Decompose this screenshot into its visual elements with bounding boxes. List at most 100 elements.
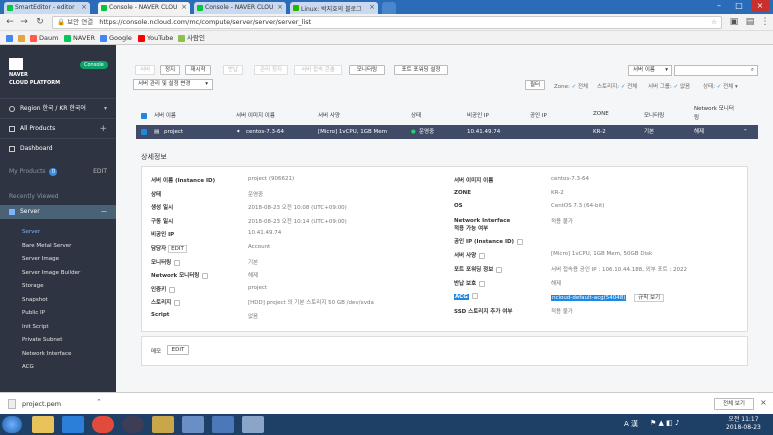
bookmark-apps[interactable] [6,33,15,43]
storage-filter[interactable]: 스토리지: ✓ 전체 [597,82,637,90]
col-public-ip[interactable]: 공인 IP [530,111,547,119]
chevron-up-icon[interactable]: ⌃ [96,398,102,406]
manage-stop-button[interactable]: 관리 정지 [254,65,288,75]
info-icon[interactable] [517,238,524,245]
browser-tab-4[interactable]: Linux: 박지호의 블로그 × [290,2,378,14]
chrome-icon[interactable] [92,416,114,433]
search-input[interactable]: ⌕ [674,65,758,76]
info-icon[interactable] [169,286,176,293]
select-all-checkbox[interactable] [141,113,147,119]
url-input[interactable]: 🔒 보안 연결 https://console.ncloud.com/mc/co… [52,16,722,29]
close-icon[interactable]: × [277,3,283,11]
zone-filter[interactable]: Zone: ✓ 전체 [554,82,588,90]
close-icon[interactable]: × [369,3,375,11]
bookmark-google[interactable]: Google [100,33,132,43]
tray-icons[interactable]: ⚑ ▲ ◧ ♪ [650,419,679,427]
manage-settings-select[interactable]: 서버 관리 및 설정 변경 ▾ [133,79,213,90]
col-server-name[interactable]: 서버 이름 [154,111,176,119]
col-zone[interactable]: ZONE [593,111,609,117]
extension-icon[interactable]: ▣ [728,16,740,28]
maximize-icon[interactable]: □ [730,0,748,12]
col-network-monitoring[interactable]: Network 모니터링 [694,105,734,123]
info-icon[interactable] [174,299,181,306]
server-section-item[interactable]: Server — [0,205,116,219]
col-monitoring[interactable]: 모니터링 [644,111,664,119]
start-icon[interactable] [2,416,22,433]
sidebar-item-acg[interactable]: ACG [22,364,34,370]
sidebar-item-private-subnet[interactable]: Private Subnet [22,337,62,343]
server-group-filter[interactable]: 서버 그룹: ✓ 없음 [648,82,690,90]
sidebar-item-image-builder[interactable]: Server Image Builder [22,270,80,276]
chevron-up-icon[interactable]: ⌃ [743,125,748,139]
app-icon-4[interactable] [242,416,264,433]
sidebar-item-public-ip[interactable]: Public IP [22,310,45,316]
bookmark-daum[interactable]: Daum [30,33,58,43]
row-checkbox[interactable] [141,129,147,135]
return-button[interactable]: 반납 [223,65,243,75]
sidebar-item-storage[interactable]: Storage [22,283,44,289]
browser-tab-1[interactable]: SmartEditor - editor × [4,2,90,14]
close-icon[interactable]: × [760,398,767,407]
new-tab-button[interactable] [382,2,396,14]
region-select[interactable]: Region 한국 / KR 한국어 ▾ [0,98,116,118]
col-server-image[interactable]: 서버 이미지 이름 [236,111,275,119]
search-field-select[interactable]: 서버 이름 ▾ [628,65,672,76]
reload-icon[interactable]: ↻ [34,16,46,28]
sidebar-item-network-interface[interactable]: Network Interface [22,351,71,357]
close-icon[interactable]: × [181,3,187,11]
download-filename[interactable]: project.pem [22,400,61,408]
my-products-edit-link[interactable]: EDIT [93,162,107,182]
monitoring-button[interactable]: 모니터링 [349,65,385,75]
sidebar-item-server[interactable]: Server [22,229,40,235]
info-icon[interactable] [479,280,486,287]
sidebar-item-init-script[interactable]: Init Script [22,324,49,330]
plus-icon[interactable]: + [99,119,107,139]
filter-button[interactable]: 필터 [525,80,545,90]
view-rules-button[interactable]: 규칙 보기 [634,294,665,302]
star-icon[interactable]: ☆ [711,17,717,28]
network-app-icon[interactable] [212,416,234,433]
extension-icon-2[interactable]: ▤ [744,16,756,28]
bookmark-saramin[interactable]: 사람인 [178,33,205,43]
memo-edit-button[interactable]: EDIT [167,345,189,355]
browser-tab-3[interactable]: Console - NAVER CLOU × [194,2,286,14]
owner-edit-button[interactable]: EDIT [168,245,187,253]
app-icon-2[interactable] [152,416,174,433]
ncp-logo[interactable]: NAVER CLOUD PLATFORM [9,58,60,86]
ie-icon[interactable] [62,416,84,433]
sidebar-item-bare-metal[interactable]: Bare Metal Server [22,243,71,249]
browser-tab-2[interactable]: Console - NAVER CLOU × [98,2,190,14]
folder-icon[interactable] [32,416,54,433]
col-private-ip[interactable]: 비공인 IP [467,111,489,119]
status-filter[interactable]: 상태: ✓ 전체 ▾ [703,82,738,90]
app-icon[interactable] [122,416,144,433]
bookmark-generic[interactable] [18,33,27,43]
server-console-button[interactable]: 서버 접속 콘솔 [294,65,342,75]
menu-icon[interactable]: ⋮ [759,16,771,28]
collapse-icon[interactable]: — [101,205,107,219]
back-icon[interactable]: ← [4,16,16,28]
info-icon[interactable] [479,252,486,259]
bookmark-naver[interactable]: NAVER [64,33,95,43]
port-forwarding-button[interactable]: 포트 포워딩 설정 [394,65,448,75]
create-server-button[interactable]: 서버 [135,65,155,75]
clock[interactable]: 오전 11:17 2018-08-23 [726,416,761,432]
info-icon[interactable] [174,259,181,266]
search-icon[interactable]: ⌕ [751,66,754,75]
stop-button[interactable]: 정지 [160,65,180,75]
sidebar-item-snapshot[interactable]: Snapshot [22,297,48,303]
table-row[interactable]: ▤ project ✦ centos-7.3-64 [Micro] 1vCPU,… [136,125,758,139]
my-products-item[interactable]: My Products 0 EDIT [0,162,116,182]
close-icon[interactable]: × [81,3,87,11]
col-status[interactable]: 상태 [411,111,421,119]
dashboard-item[interactable]: Dashboard [0,138,116,158]
forward-icon[interactable]: → [18,16,30,28]
window-close-icon[interactable]: × [751,0,769,12]
app-icon-3[interactable] [182,416,204,433]
all-products-item[interactable]: All Products + [0,118,116,138]
info-icon[interactable] [202,272,209,279]
col-server-spec[interactable]: 서버 사양 [318,111,340,119]
ime-indicator[interactable]: A 漢 [624,419,638,429]
sidebar-item-server-image[interactable]: Server Image [22,256,59,262]
minimize-icon[interactable]: – [710,0,728,12]
